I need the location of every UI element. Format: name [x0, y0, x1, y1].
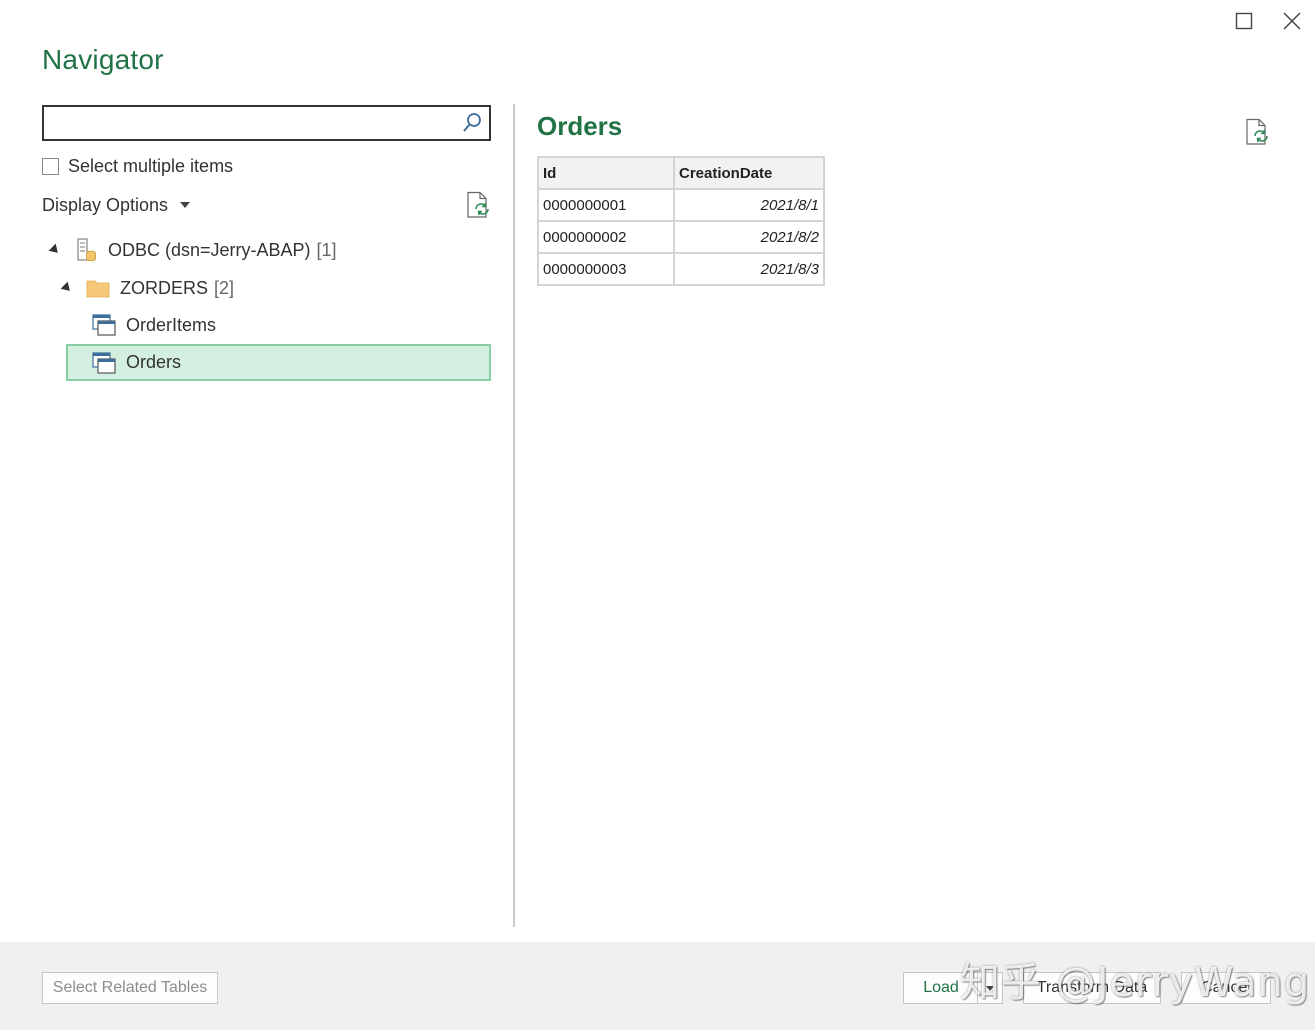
table-icon	[92, 351, 116, 375]
tree-item-label: Orders	[126, 352, 182, 372]
cell-id: 0000000003	[537, 252, 675, 286]
collapse-triangle-icon[interactable]	[60, 281, 74, 295]
table-row: 0000000003 2021/8/3	[537, 252, 825, 286]
table-header-row: Id CreationDate	[537, 156, 825, 190]
column-header-creationdate[interactable]: CreationDate	[673, 156, 825, 190]
cell-creationdate: 2021/8/3	[673, 252, 825, 286]
cell-id: 0000000001	[537, 188, 675, 222]
cell-creationdate: 2021/8/2	[673, 220, 825, 254]
tree-item-odbc[interactable]: ODBC (dsn=Jerry-ABAP) [1]	[48, 232, 337, 268]
maximize-button[interactable]	[1229, 8, 1259, 34]
maximize-icon	[1235, 12, 1253, 30]
collapse-triangle-icon[interactable]	[48, 243, 62, 257]
close-button[interactable]	[1277, 8, 1307, 34]
preview-title: Orders	[537, 111, 623, 141]
chevron-down-icon	[986, 985, 994, 991]
dialog-title: Navigator	[42, 44, 164, 75]
cell-id: 0000000002	[537, 220, 675, 254]
tree-item-zorders[interactable]: ZORDERS [2]	[60, 270, 235, 306]
preview-table: Id CreationDate 0000000001 2021/8/1 0000…	[537, 156, 825, 286]
search-input[interactable]	[50, 111, 450, 135]
table-row: 0000000001 2021/8/1	[537, 188, 825, 222]
load-options-dropdown[interactable]	[977, 972, 1003, 1004]
tree-item-label: ODBC (dsn=Jerry-ABAP)	[108, 239, 311, 260]
tree-item-label: ZORDERS	[120, 277, 209, 298]
select-multiple-row[interactable]: Select multiple items	[42, 155, 233, 177]
search-icon[interactable]	[461, 112, 483, 134]
refresh-preview-icon[interactable]	[1244, 118, 1270, 146]
display-options-dropdown[interactable]: Display Options	[42, 194, 191, 216]
transform-data-button[interactable]: Transform Data	[1023, 972, 1161, 1004]
select-multiple-label: Select multiple items	[68, 155, 234, 176]
tree-item-orderitems[interactable]: OrderItems	[92, 307, 216, 343]
table-row: 0000000002 2021/8/2	[537, 220, 825, 254]
tree-item-count: [1]	[316, 239, 337, 260]
refresh-icon[interactable]	[465, 191, 491, 219]
select-related-tables-button[interactable]: Select Related Tables	[42, 972, 218, 1004]
cancel-button[interactable]: Cancel	[1181, 972, 1271, 1004]
search-box[interactable]	[42, 105, 491, 141]
pane-splitter[interactable]	[513, 104, 515, 927]
cell-creationdate: 2021/8/1	[673, 188, 825, 222]
column-header-id[interactable]: Id	[537, 156, 675, 190]
tree-item-label: OrderItems	[126, 314, 217, 335]
table-icon	[92, 313, 116, 337]
database-server-icon	[74, 238, 98, 262]
tree-item-count: [2]	[214, 277, 235, 298]
close-icon	[1283, 12, 1301, 30]
folder-icon	[86, 276, 110, 300]
chevron-down-icon	[180, 202, 191, 208]
select-multiple-checkbox[interactable]	[42, 157, 59, 175]
dialog-footer: Select Related Tables Load Transform Dat…	[0, 942, 1315, 1030]
display-options-label: Display Options	[42, 194, 169, 215]
load-button[interactable]: Load	[903, 972, 978, 1004]
tree-item-orders[interactable]: Orders	[66, 344, 491, 381]
